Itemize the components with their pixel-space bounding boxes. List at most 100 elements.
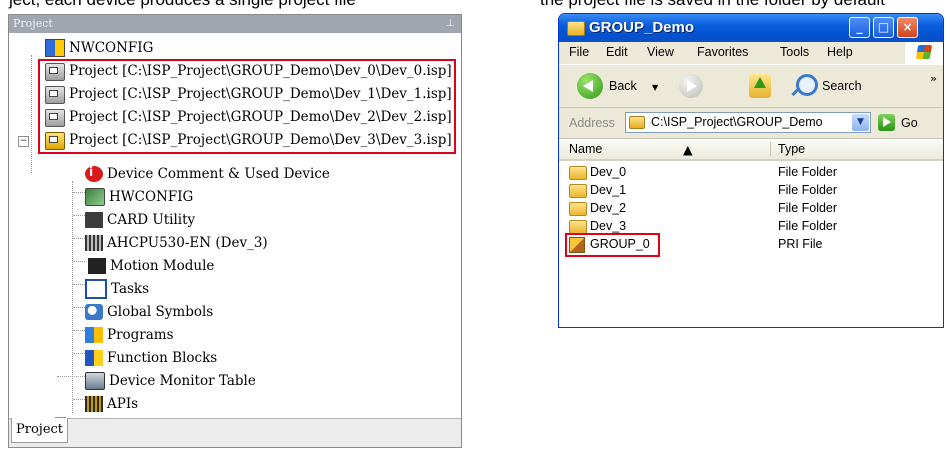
windows-flag-icon — [915, 45, 933, 59]
tree-item-label: Function Blocks — [107, 350, 218, 366]
folder-icon — [629, 116, 645, 129]
menu-help[interactable]: Help — [827, 45, 853, 59]
file-name: Dev_0 — [590, 165, 627, 179]
file-name: Dev_3 — [590, 219, 627, 233]
maximize-button[interactable]: □ — [873, 17, 894, 38]
programs-icon — [85, 327, 103, 343]
folder-icon — [567, 21, 585, 36]
hwconfig-icon — [85, 188, 105, 206]
tree-item-global-symbols[interactable]: Global Symbols — [85, 301, 213, 323]
forward-arrow-icon[interactable] — [679, 74, 703, 98]
tree-item-function-blocks[interactable]: Function Blocks — [85, 347, 217, 369]
pin-icon[interactable]: ⊥ — [446, 15, 455, 33]
project-panel-title: Project — [13, 17, 53, 30]
minimize-button[interactable]: _ — [849, 17, 870, 38]
explorer-titlebar[interactable]: GROUP_Demo _ □ × — [559, 14, 943, 42]
menu-tools[interactable]: Tools — [780, 45, 809, 59]
tree-item-label: HWCONFIG — [109, 189, 194, 205]
tree-item-label: Device Monitor Table — [109, 373, 256, 389]
tree-item-device-comment[interactable]: Device Comment & Used Device — [85, 163, 330, 185]
explorer-window: GROUP_Demo _ □ × File Edit View Favorite… — [558, 13, 944, 328]
tree-item-programs[interactable]: Programs — [85, 324, 174, 346]
file-type: File Folder — [778, 201, 838, 215]
tree-item-label: APIs — [107, 396, 139, 412]
file-type: File Folder — [778, 183, 838, 197]
collapse-dev3-expander[interactable]: − — [18, 136, 29, 147]
address-input[interactable]: C:\ISP_Project\GROUP_Demo ▼ — [625, 112, 871, 133]
tree-item-label: Motion Module — [110, 258, 215, 274]
file-row[interactable]: Dev_2 File Folder — [559, 200, 943, 218]
column-header-type[interactable]: Type — [778, 142, 805, 156]
toolbar-more-chevron[interactable]: » — [930, 72, 937, 85]
menu-bar: File Edit View Favorites Tools Help — [559, 42, 943, 65]
tree-item-label: Programs — [107, 327, 174, 343]
nwconfig-icon — [45, 39, 65, 57]
function-blocks-icon — [85, 350, 103, 366]
apis-icon — [85, 396, 103, 412]
close-button[interactable]: × — [897, 17, 918, 38]
folder-icon — [569, 166, 587, 180]
card-utility-icon — [85, 212, 103, 228]
tree-item-label: NWCONFIG — [69, 40, 154, 56]
tree-item-tasks[interactable]: Tasks — [85, 278, 149, 300]
window-title: GROUP_Demo — [589, 19, 695, 36]
project-tabbar: Project — [9, 418, 461, 447]
file-list: Name ▲ Type Dev_0 File Folder Dev_1 File… — [559, 139, 943, 327]
tasks-icon — [85, 279, 107, 299]
file-name: Dev_2 — [590, 201, 627, 215]
project-panel-titlebar: Project ⊥ — [9, 15, 461, 33]
device-comment-icon — [85, 165, 103, 182]
sort-ascending-icon: ▲ — [683, 142, 693, 157]
device-monitor-icon — [85, 372, 105, 390]
menu-favorites[interactable]: Favorites — [697, 45, 748, 59]
folder-icon — [569, 220, 587, 234]
file-row[interactable]: Dev_1 File Folder — [559, 182, 943, 200]
tree-item-apis[interactable]: APIs — [85, 393, 138, 415]
motion-module-icon — [88, 258, 106, 274]
tree-item-hwconfig[interactable]: HWCONFIG — [85, 186, 193, 208]
file-name: Dev_1 — [590, 183, 627, 197]
search-button[interactable]: Search — [822, 79, 862, 93]
address-label: Address — [569, 116, 615, 130]
address-bar: Address C:\ISP_Project\GROUP_Demo ▼ Go — [559, 108, 943, 139]
file-type: PRI File — [778, 237, 823, 251]
menu-edit[interactable]: Edit — [606, 45, 628, 59]
tab-project[interactable]: Project — [11, 418, 69, 443]
back-button[interactable]: Back — [609, 79, 637, 93]
cpu-icon — [85, 235, 103, 251]
file-type: File Folder — [778, 219, 838, 233]
search-icon[interactable] — [796, 74, 818, 96]
project-panel: Project ⊥ NWCONFIG Project [C:\ISP_Proje… — [8, 14, 462, 448]
right-caption: the project file is saved in the folder … — [540, 0, 885, 9]
tree-item-device-monitor-table[interactable]: Device Monitor Table — [85, 370, 256, 392]
go-button[interactable]: Go — [901, 116, 918, 130]
tree-item-nwconfig[interactable]: NWCONFIG — [45, 37, 153, 59]
tree-item-motion-module[interactable]: Motion Module — [85, 255, 214, 277]
tree-item-card-utility[interactable]: CARD Utility — [85, 209, 195, 231]
address-dropdown-icon[interactable]: ▼ — [852, 114, 869, 131]
toolbar: Back ▼ Search » — [559, 65, 943, 108]
column-divider[interactable] — [770, 142, 771, 156]
back-arrow-icon[interactable] — [577, 73, 603, 99]
back-dropdown-icon[interactable]: ▼ — [652, 83, 658, 92]
folder-icon — [569, 202, 587, 216]
file-row[interactable]: Dev_0 File Folder — [559, 164, 943, 182]
menu-view[interactable]: View — [647, 45, 674, 59]
tree-item-cpu[interactable]: AHCPU530-EN (Dev_3) — [85, 232, 268, 254]
highlight-box-projects — [38, 59, 456, 154]
menu-file[interactable]: File — [569, 45, 589, 59]
windows-logo — [905, 42, 943, 64]
top-caption-strip: ject, each device produces a single proj… — [0, 0, 950, 9]
highlight-box-group-file — [565, 233, 660, 257]
tree-item-label: Global Symbols — [107, 304, 214, 320]
go-arrow-icon[interactable] — [878, 114, 895, 131]
tree-item-label: Device Comment & Used Device — [107, 166, 330, 182]
tree-item-label: Tasks — [111, 281, 150, 297]
tree-item-label: AHCPU530-EN (Dev_3) — [107, 235, 268, 251]
column-header-name[interactable]: Name — [569, 142, 602, 156]
folder-icon — [569, 184, 587, 198]
address-value: C:\ISP_Project\GROUP_Demo — [651, 115, 823, 129]
project-tree: NWCONFIG Project [C:\ISP_Project\GROUP_D… — [9, 33, 461, 428]
tree-item-label: CARD Utility — [107, 212, 196, 228]
folder-up-icon[interactable] — [749, 74, 771, 98]
